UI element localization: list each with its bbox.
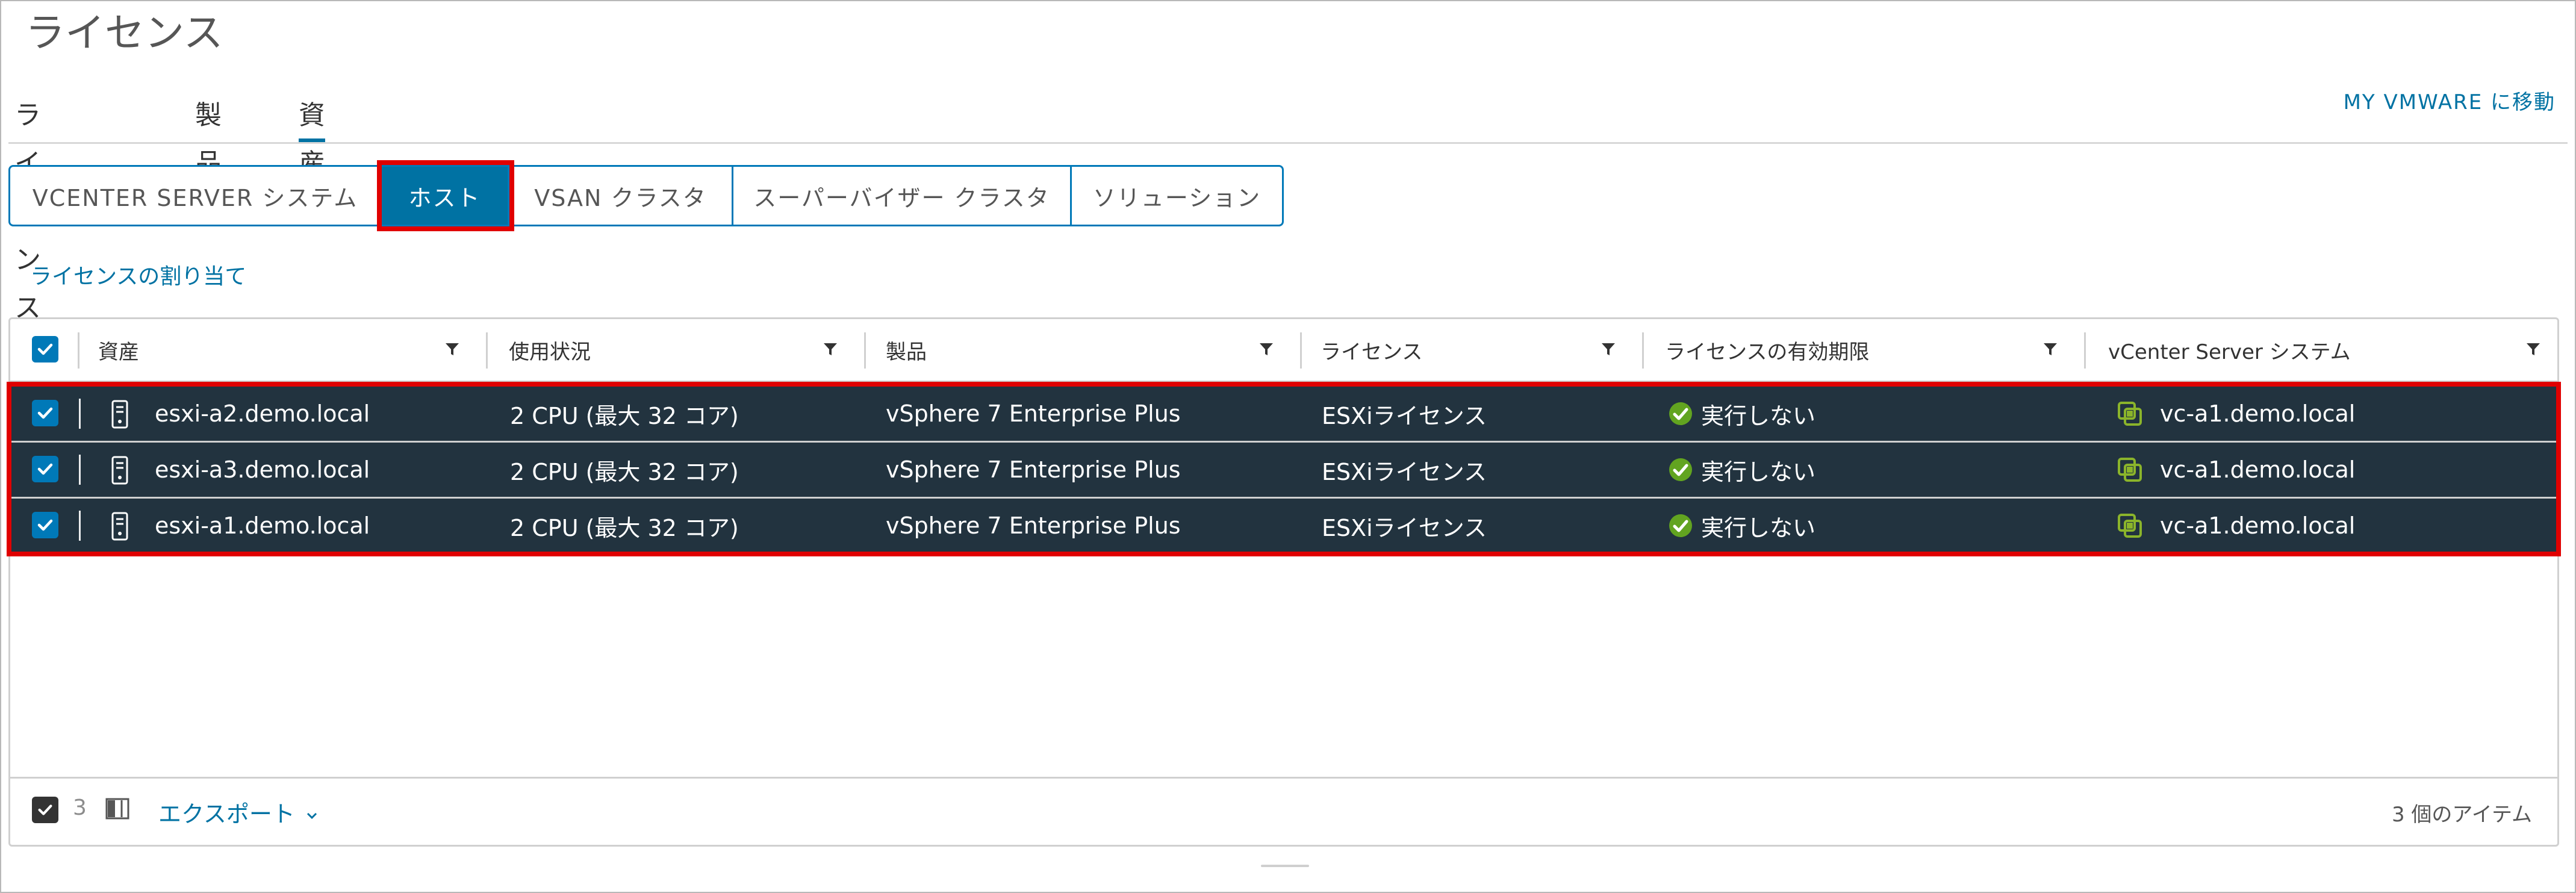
tab-products[interactable]: 製品	[195, 92, 222, 179]
row-separator	[79, 399, 81, 429]
my-vmware-link[interactable]: MY VMWARE に移動	[2344, 86, 2556, 115]
select-all-checkbox[interactable]	[32, 336, 58, 362]
column-header-asset[interactable]: 資産	[98, 319, 139, 381]
expiration-text: 実行しない	[1701, 458, 1816, 485]
host-icon	[111, 400, 128, 429]
assign-license-link[interactable]: ライセンスの割り当て	[30, 259, 246, 290]
row-checkbox[interactable]	[32, 400, 58, 426]
column-separator	[486, 332, 488, 369]
vcenter-text[interactable]: vc-a1.demo.local	[2160, 400, 2355, 427]
vcenter-cell[interactable]: vc-a1.demo.local	[2117, 387, 2355, 441]
selected-count: 3	[73, 795, 87, 820]
check-icon	[38, 804, 52, 815]
vcenter-text[interactable]: vc-a1.demo.local	[2160, 512, 2355, 539]
expiration-text: 実行しない	[1701, 402, 1816, 429]
resize-grip[interactable]	[1261, 865, 1309, 867]
assets-datagrid: 資産 使用状況 製品 ライセンス ライセンスの有効期限 vCenter Serv…	[7, 317, 2561, 847]
export-dropdown[interactable]: エクスポート	[158, 795, 318, 829]
column-header-product[interactable]: 製品	[886, 319, 927, 381]
check-circle-icon	[1669, 514, 1692, 537]
tabs-divider	[8, 142, 2568, 144]
vcenter-cell[interactable]: vc-a1.demo.local	[2117, 443, 2355, 497]
usage-cell: 2 CPU (最大 32 コア)	[510, 402, 739, 429]
check-circle-icon	[1669, 402, 1692, 425]
filter-icon[interactable]	[823, 342, 838, 356]
filter-icon[interactable]	[2526, 342, 2540, 356]
product-cell: vSphere 7 Enterprise Plus	[886, 456, 1181, 483]
column-toggle-icon[interactable]	[105, 798, 129, 820]
license-page: ライセンス ライセンス 製品 資産 MY VMWARE に移動 VCENTER …	[0, 0, 2576, 893]
expiration-text: 実行しない	[1701, 514, 1816, 541]
check-icon	[37, 519, 53, 531]
check-circle-icon	[1669, 458, 1692, 481]
product-cell: vSphere 7 Enterprise Plus	[886, 512, 1181, 539]
asset-type-vsan-button[interactable]: VSAN クラスタ	[509, 165, 733, 226]
column-header-vcenter[interactable]: vCenter Server システム	[2108, 319, 2351, 381]
tab-assets[interactable]: 資産	[299, 92, 325, 179]
row-checkbox[interactable]	[32, 512, 58, 538]
table-row[interactable]: esxi-a1.demo.local 2 CPU (最大 32 コア) vSph…	[11, 499, 2556, 555]
host-icon	[111, 456, 128, 485]
tab-licenses[interactable]: ライセンス	[14, 92, 41, 323]
column-header-usage[interactable]: 使用状況	[509, 319, 591, 381]
row-separator	[79, 511, 81, 541]
product-cell: vSphere 7 Enterprise Plus	[886, 400, 1181, 427]
license-cell: ESXiライセンス	[1322, 514, 1487, 541]
filter-icon[interactable]	[1601, 342, 1616, 356]
column-header-license[interactable]: ライセンス	[1321, 319, 1422, 381]
column-header-expiration[interactable]: ライセンスの有効期限	[1665, 319, 1869, 381]
expiration-cell: 実行しない	[1669, 443, 1815, 497]
license-cell: ESXiライセンス	[1322, 402, 1487, 429]
page-title: ライセンス	[25, 10, 223, 56]
host-icon	[111, 512, 128, 541]
vcenter-icon	[2118, 458, 2142, 482]
asset-type-supervisor-button[interactable]: スーパーバイザー クラスタ	[733, 165, 1072, 226]
column-separator	[864, 332, 866, 369]
asset-cell[interactable]: esxi-a3.demo.local	[155, 443, 370, 497]
table-row[interactable]: esxi-a3.demo.local 2 CPU (最大 32 コア) vSph…	[11, 443, 2556, 499]
asset-cell[interactable]: esxi-a1.demo.local	[155, 499, 370, 553]
vcenter-icon	[2118, 514, 2142, 538]
usage-cell: 2 CPU (最大 32 コア)	[510, 514, 739, 541]
column-separator	[1300, 332, 1302, 369]
asset-type-vcenter-button[interactable]: VCENTER SERVER システム	[8, 165, 382, 226]
vcenter-text[interactable]: vc-a1.demo.local	[2160, 456, 2355, 483]
filter-icon[interactable]	[2043, 342, 2058, 356]
row-separator	[79, 455, 81, 485]
export-label: エクスポート	[158, 801, 295, 827]
selection-count-checkbox[interactable]	[32, 797, 58, 823]
asset-type-hosts-button[interactable]: ホスト	[382, 165, 509, 226]
items-count: 3 個のアイテム	[2391, 803, 2532, 827]
expiration-cell: 実行しない	[1669, 387, 1815, 441]
asset-cell[interactable]: esxi-a2.demo.local	[155, 387, 370, 441]
asset-type-button-group: VCENTER SERVER システム ホスト VSAN クラスタ スーパーバイ…	[8, 165, 1284, 226]
vcenter-icon	[2118, 402, 2142, 426]
grid-footer: 3 エクスポート 3 個のアイテム	[10, 777, 2557, 845]
license-cell: ESXiライセンス	[1322, 458, 1487, 485]
table-row[interactable]: esxi-a2.demo.local 2 CPU (最大 32 コア) vSph…	[11, 387, 2556, 443]
filter-icon[interactable]	[445, 342, 459, 356]
column-separator	[2084, 332, 2086, 369]
column-separator	[78, 332, 79, 369]
chevron-down-icon	[306, 812, 317, 819]
vcenter-cell[interactable]: vc-a1.demo.local	[2117, 499, 2355, 553]
expiration-cell: 実行しない	[1669, 499, 1815, 553]
column-separator	[1642, 332, 1644, 369]
check-icon	[37, 407, 53, 419]
filter-icon[interactable]	[1259, 342, 1274, 356]
usage-cell: 2 CPU (最大 32 コア)	[510, 458, 739, 485]
check-icon	[37, 343, 53, 355]
asset-type-solutions-button[interactable]: ソリューション	[1072, 165, 1284, 226]
check-icon	[37, 463, 53, 475]
grid-header: 資産 使用状況 製品 ライセンス ライセンスの有効期限 vCenter Serv…	[10, 319, 2557, 382]
row-checkbox[interactable]	[32, 456, 58, 482]
